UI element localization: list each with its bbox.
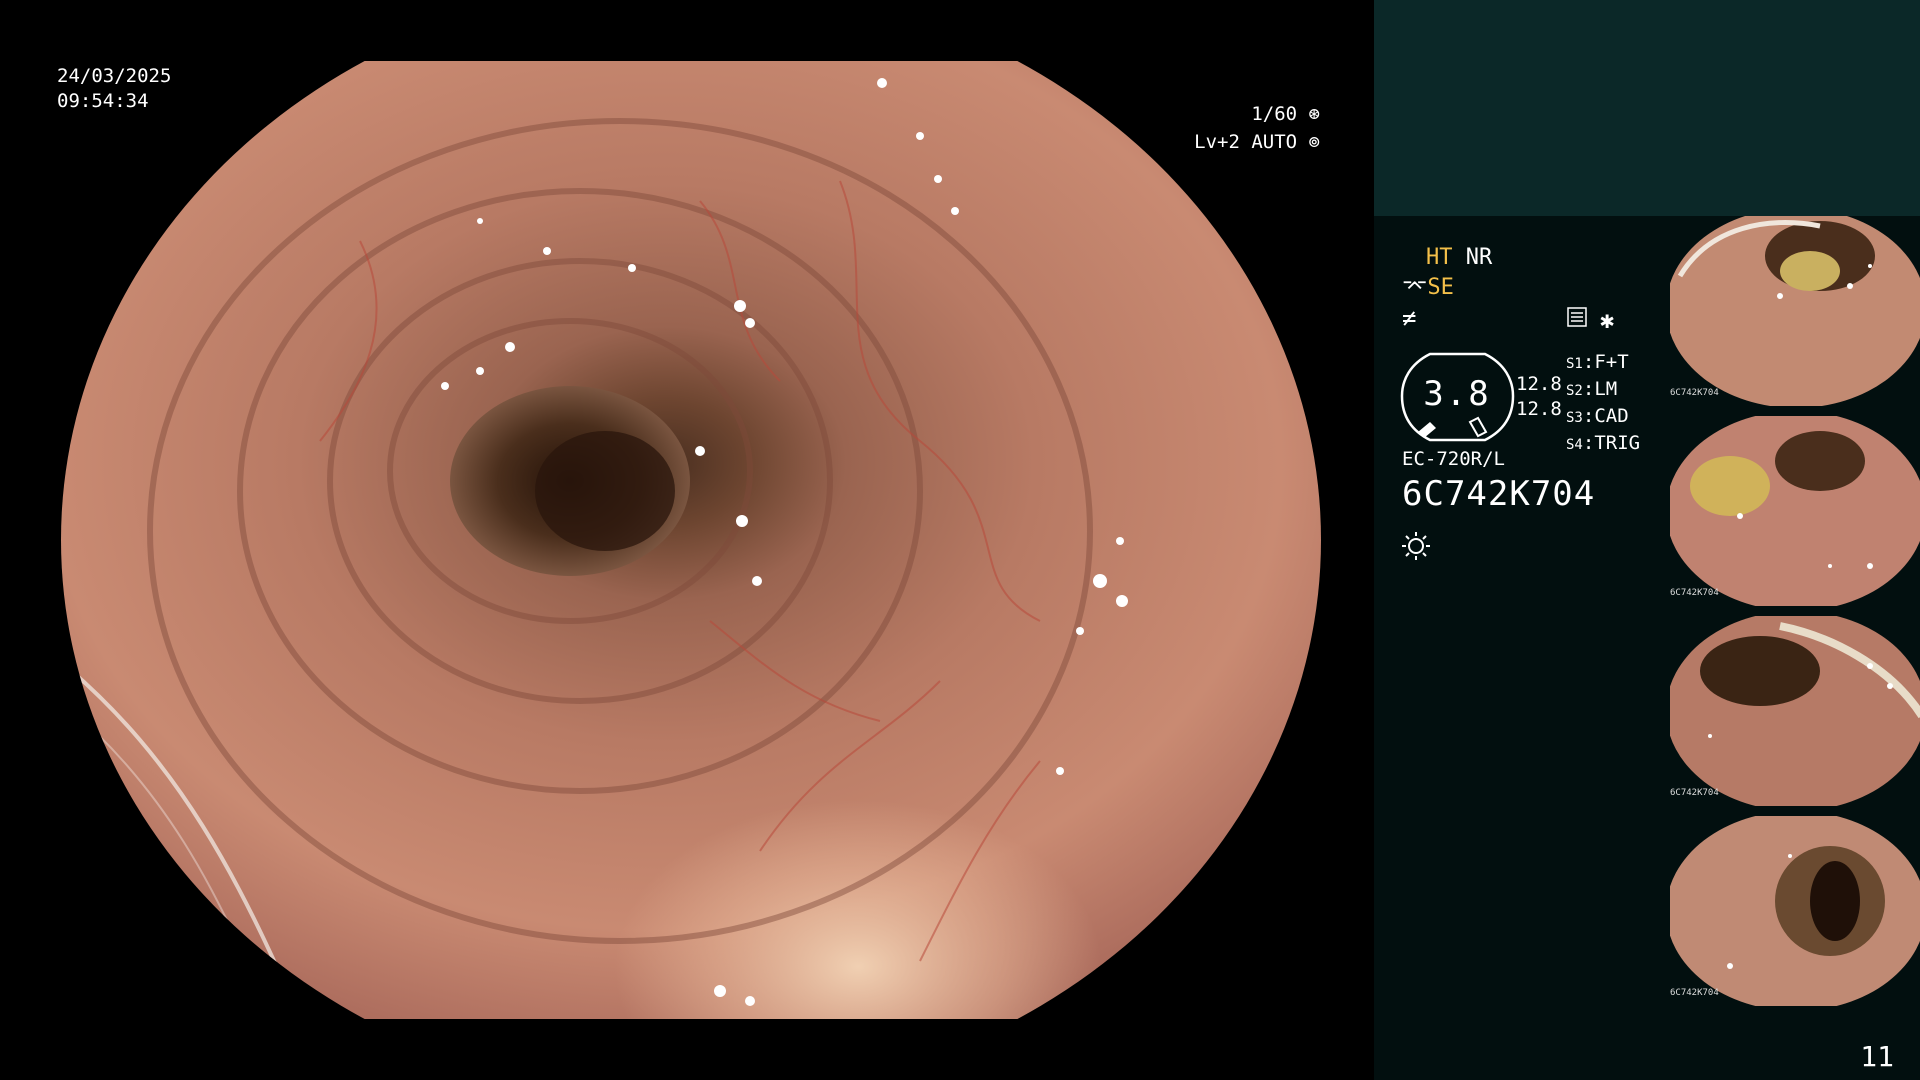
- nr-indicator: NR: [1465, 245, 1493, 270]
- time-text: 09:54:34: [57, 90, 149, 112]
- shutter-row: 1/60 ⊛: [1160, 100, 1320, 128]
- switch-item: S3:CAD: [1566, 405, 1629, 427]
- light-icon: [1400, 530, 1432, 566]
- date-text: 24/03/2025: [57, 65, 172, 87]
- shutter-icon: ⊛: [1308, 103, 1320, 125]
- grid-icon: [1567, 307, 1587, 331]
- endoscopy-main-view: [60, 61, 1322, 1019]
- thumbnail-label: 6C742K704: [1670, 388, 1719, 398]
- date-time-display: 24/03/2025 09:54:34: [57, 64, 171, 114]
- flash-icon: ≠: [1402, 304, 1417, 332]
- scope-tip-icon: ⌤: [1402, 275, 1428, 300]
- thumbnail-label: 6C742K704: [1670, 588, 1719, 598]
- shutter-speed-text: 1/60: [1251, 103, 1298, 125]
- ht-indicator: HT: [1426, 245, 1453, 270]
- auto-iris-icon: ⊚: [1308, 131, 1320, 153]
- gauge-side-value: 12.8: [1516, 373, 1562, 395]
- exposure-display: 1/60 ⊛ Lv+2 AUTO ⊚: [1160, 100, 1320, 156]
- thumbnail[interactable]: 6C742K704: [1670, 816, 1920, 1006]
- thumbnail-label: 6C742K704: [1670, 988, 1719, 998]
- gauge-side-values: 12.8 12.8: [1516, 372, 1562, 422]
- level-row: Lv+2 AUTO ⊚: [1160, 128, 1320, 156]
- switch-list: S1:F+T S2:LM S3:CAD S4:TRIG: [1566, 350, 1640, 458]
- thumbnail-label: 6C742K704: [1670, 788, 1719, 798]
- thumbnail[interactable]: 6C742K704: [1670, 616, 1920, 806]
- thumbnail[interactable]: 6C742K704: [1670, 416, 1920, 606]
- switch-item: S2:LM: [1566, 378, 1618, 400]
- right-panel-header: [1374, 0, 1920, 216]
- switch-item: S1:F+T: [1566, 351, 1629, 373]
- switch-item: S4:TRIG: [1566, 432, 1641, 454]
- se-indicator: SE: [1427, 275, 1454, 300]
- enhancement-row: ⌤SE: [1402, 274, 1454, 302]
- scope-serial: 6C742K704: [1402, 474, 1596, 514]
- gauge-side-value: 12.8: [1516, 398, 1562, 420]
- thumbnail[interactable]: 6C742K704: [1670, 216, 1920, 406]
- page-number: 11: [1860, 1040, 1894, 1073]
- scope-model: EC-720R/L: [1402, 448, 1505, 470]
- image-mode-row: HT NR: [1426, 244, 1492, 272]
- star-icon: ✱: [1600, 306, 1615, 334]
- gauge-value: 3.8: [1423, 374, 1491, 414]
- colon-image: [61, 61, 1321, 1019]
- level-text: Lv+2 AUTO: [1194, 131, 1298, 153]
